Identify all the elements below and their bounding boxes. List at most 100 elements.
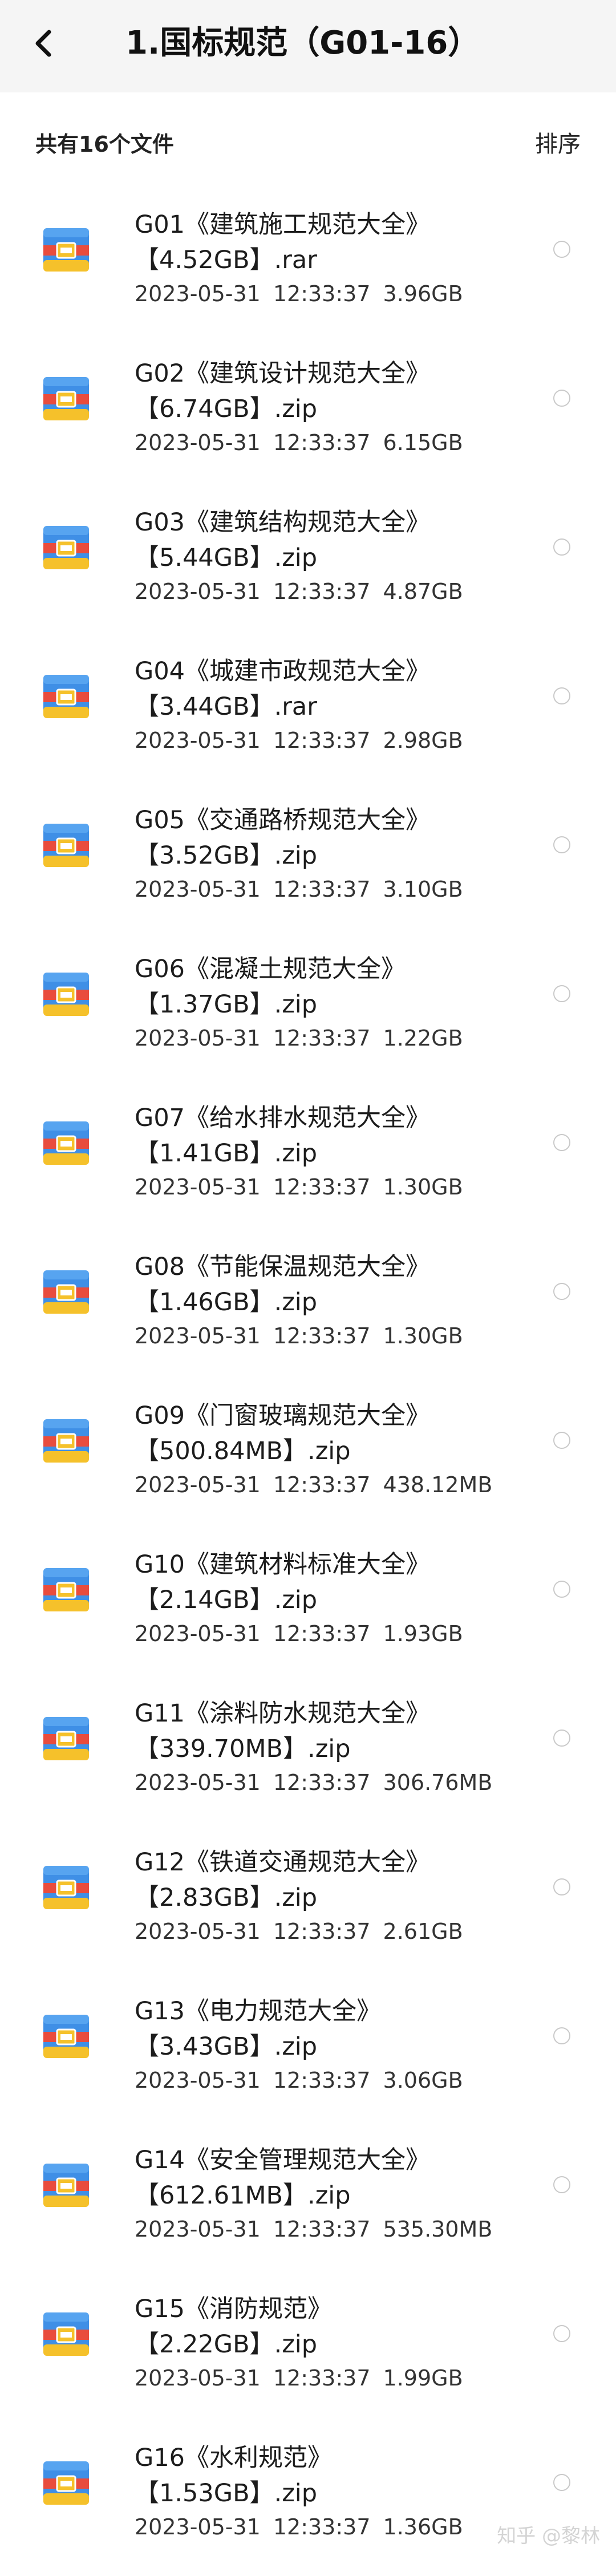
- file-date: 2023-05-31: [135, 1472, 261, 1497]
- archive-file-icon: [42, 524, 90, 572]
- file-name: G05《交通路桥规范大全》: [135, 806, 431, 835]
- file-name: G15《消防规范》: [135, 2295, 333, 2323]
- file-size: 535.30MB: [383, 2217, 493, 2242]
- archive-file-icon: [42, 2459, 90, 2507]
- archive-file-icon: [42, 1119, 90, 1167]
- file-name: G02《建筑设计规范大全》: [135, 359, 431, 388]
- file-name: G03《建筑结构规范大全》: [135, 508, 431, 537]
- file-list-item[interactable]: G15《消防规范》 【2.22GB】.zip 2023-05-31 12:33:3…: [0, 2278, 616, 2427]
- file-name: G12《铁道交通规范大全》: [135, 1848, 431, 1877]
- file-list-item[interactable]: G05《交通路桥规范大全》 【3.52GB】.zip 2023-05-31 12:…: [0, 789, 616, 938]
- file-size-ext: 【339.70MB】.zip: [135, 1735, 351, 1763]
- file-time: 12:33:37: [273, 1174, 371, 1200]
- file-time: 12:33:37: [273, 430, 371, 455]
- file-size-ext: 【6.74GB】.zip: [135, 395, 318, 423]
- file-time: 12:33:37: [273, 2366, 371, 2391]
- select-radio[interactable]: [553, 2176, 570, 2193]
- file-size: 3.06GB: [383, 2068, 463, 2093]
- file-meta: 2023-05-31 12:33:37 3.10GB: [135, 874, 476, 905]
- file-time: 12:33:37: [273, 1472, 371, 1497]
- file-name: G08《节能保温规范大全》: [135, 1253, 431, 1281]
- file-meta: 2023-05-31 12:33:37 535.30MB: [135, 2214, 505, 2245]
- select-radio[interactable]: [553, 1878, 570, 1895]
- select-radio[interactable]: [553, 836, 570, 853]
- archive-file-icon: [42, 1417, 90, 1465]
- file-name: G06《混凝土规范大全》: [135, 955, 406, 983]
- file-time: 12:33:37: [273, 1621, 371, 1646]
- file-size: 1.30GB: [383, 1323, 463, 1348]
- file-name: G11《涂料防水规范大全》: [135, 1699, 431, 1728]
- file-date: 2023-05-31: [135, 1770, 261, 1795]
- file-size-ext: 【1.46GB】.zip: [135, 1288, 318, 1317]
- select-radio[interactable]: [553, 1432, 570, 1449]
- file-list-item[interactable]: G16《水利规范》 【1.53GB】.zip 2023-05-31 12:33:3…: [0, 2427, 616, 2576]
- select-radio[interactable]: [553, 241, 570, 258]
- file-size-ext: 【3.52GB】.zip: [135, 841, 318, 870]
- file-list-item[interactable]: G11《涂料防水规范大全》 【339.70MB】.zip 2023-05-31 1…: [0, 1683, 616, 1832]
- select-radio[interactable]: [553, 2325, 570, 2342]
- file-list-item[interactable]: G12《铁道交通规范大全》 【2.83GB】.zip 2023-05-31 12:…: [0, 1832, 616, 1980]
- select-radio[interactable]: [553, 985, 570, 1002]
- file-date: 2023-05-31: [135, 1323, 261, 1348]
- file-list-item[interactable]: G13《电力规范大全》 【3.43GB】.zip 2023-05-31 12:33…: [0, 1980, 616, 2129]
- file-list-item[interactable]: G14《安全管理规范大全》 【612.61MB】.zip 2023-05-31 1…: [0, 2129, 616, 2278]
- archive-file-icon: [42, 2310, 90, 2358]
- file-list-item[interactable]: G06《混凝土规范大全》 【1.37GB】.zip 2023-05-31 12:3…: [0, 938, 616, 1087]
- file-date: 2023-05-31: [135, 579, 261, 604]
- file-time: 12:33:37: [273, 728, 371, 753]
- file-name: G09《门窗玻璃规范大全》: [135, 1402, 431, 1430]
- file-list-item[interactable]: G09《门窗玻璃规范大全》 【500.84MB】.zip 2023-05-31 1…: [0, 1385, 616, 1534]
- file-size-ext: 【2.83GB】.zip: [135, 1884, 318, 1912]
- file-list-item[interactable]: G08《节能保温规范大全》 【1.46GB】.zip 2023-05-31 12:…: [0, 1236, 616, 1385]
- file-date: 2023-05-31: [135, 1621, 261, 1646]
- file-date: 2023-05-31: [135, 430, 261, 455]
- file-name: G13《电力规范大全》: [135, 1997, 382, 2026]
- file-size: 1.30GB: [383, 1174, 463, 1200]
- select-radio[interactable]: [553, 1283, 570, 1300]
- file-meta: 2023-05-31 12:33:37 3.96GB: [135, 278, 476, 309]
- file-size-ext: 【2.14GB】.zip: [135, 1586, 318, 1614]
- select-radio[interactable]: [553, 390, 570, 407]
- back-button[interactable]: [23, 21, 68, 66]
- file-time: 12:33:37: [273, 1919, 371, 1944]
- file-meta: 2023-05-31 12:33:37 6.15GB: [135, 427, 476, 458]
- select-radio[interactable]: [553, 2027, 570, 2044]
- archive-file-icon: [42, 821, 90, 869]
- archive-file-icon: [42, 1566, 90, 1614]
- file-list-item[interactable]: G03《建筑结构规范大全》 【5.44GB】.zip 2023-05-31 12:…: [0, 492, 616, 641]
- file-meta: 2023-05-31 12:33:37 1.30GB: [135, 1172, 476, 1202]
- archive-file-icon: [42, 2012, 90, 2060]
- file-size-ext: 【500.84MB】.zip: [135, 1437, 351, 1465]
- sort-button[interactable]: 排序: [535, 125, 581, 159]
- file-date: 2023-05-31: [135, 1026, 261, 1051]
- select-radio[interactable]: [553, 2474, 570, 2491]
- select-radio[interactable]: [553, 687, 570, 704]
- file-meta: 2023-05-31 12:33:37 438.12MB: [135, 1469, 505, 1500]
- file-time: 12:33:37: [273, 2514, 371, 2539]
- file-meta: 2023-05-31 12:33:37 1.99GB: [135, 2363, 476, 2393]
- file-time: 12:33:37: [273, 281, 371, 306]
- file-meta: 2023-05-31 12:33:37 1.36GB: [135, 2512, 476, 2542]
- file-name: G14《安全管理规范大全》: [135, 2146, 431, 2174]
- file-list-item[interactable]: G04《城建市政规范大全》 【3.44GB】.rar 2023-05-31 12:…: [0, 641, 616, 789]
- file-list-item[interactable]: G07《给水排水规范大全》 【1.41GB】.zip 2023-05-31 12:…: [0, 1087, 616, 1236]
- file-size-ext: 【3.44GB】.rar: [135, 692, 317, 721]
- file-size: 1.99GB: [383, 2366, 463, 2391]
- file-size: 2.98GB: [383, 728, 463, 753]
- select-radio[interactable]: [553, 538, 570, 556]
- file-name: G10《建筑材料标准大全》: [135, 1550, 431, 1579]
- file-size: 1.36GB: [383, 2514, 463, 2539]
- file-list-item[interactable]: G02《建筑设计规范大全》 【6.74GB】.zip 2023-05-31 12:…: [0, 343, 616, 492]
- file-time: 12:33:37: [273, 1323, 371, 1348]
- select-radio[interactable]: [553, 1581, 570, 1598]
- file-name: G01《建筑施工规范大全》: [135, 210, 431, 239]
- watermark: 知乎 @黎林: [497, 2525, 600, 2547]
- select-radio[interactable]: [553, 1134, 570, 1151]
- file-list-item[interactable]: G01《建筑施工规范大全》 【4.52GB】.rar 2023-05-31 12:…: [0, 194, 616, 343]
- select-radio[interactable]: [553, 1730, 570, 1747]
- archive-file-icon: [42, 673, 90, 720]
- archive-file-icon: [42, 2161, 90, 2209]
- file-list-item[interactable]: G10《建筑材料标准大全》 【2.14GB】.zip 2023-05-31 12:…: [0, 1534, 616, 1683]
- file-size: 1.22GB: [383, 1026, 463, 1051]
- file-date: 2023-05-31: [135, 1919, 261, 1944]
